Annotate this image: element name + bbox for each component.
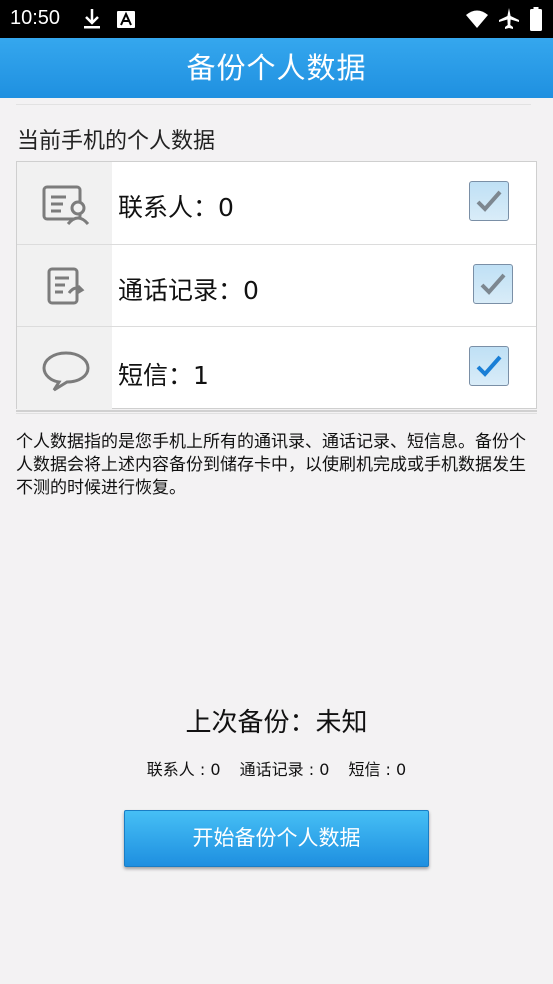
status-bar: 10:50	[0, 0, 553, 38]
divider	[16, 410, 537, 412]
message-icon	[42, 351, 90, 392]
contacts-icon	[42, 185, 90, 226]
sms-checkbox[interactable]	[469, 346, 509, 386]
backup-count-call-log: 通话记录 : 0	[239, 760, 330, 779]
start-backup-button[interactable]: 开始备份个人数据	[124, 810, 429, 867]
last-backup-title: 上次备份：未知	[185, 708, 368, 738]
checkmark-icon	[476, 190, 502, 212]
backup-counts: 联系人 : 0 通话记录 : 0 短信 : 0	[0, 756, 553, 780]
list-item-contacts[interactable]: 联系人：0	[17, 162, 536, 244]
font-a-icon	[117, 11, 135, 28]
call-log-label: 通话记录：0	[118, 276, 259, 305]
list-item-call-log[interactable]: 通话记录：0	[17, 244, 536, 326]
battery-icon	[530, 7, 542, 31]
backup-count-contacts: 联系人 : 0	[146, 760, 221, 779]
download-icon	[84, 9, 100, 29]
wifi-icon	[466, 10, 488, 28]
contacts-checkbox[interactable]	[469, 181, 509, 221]
app-bar: 备份个人数据	[0, 38, 553, 98]
sms-label: 短信：1	[118, 361, 209, 390]
list-item-sms[interactable]: 短信：1	[17, 326, 536, 410]
status-time: 10:50	[10, 7, 61, 29]
call-log-checkbox[interactable]	[473, 264, 513, 304]
checkmark-icon	[476, 355, 502, 377]
call-log-icon	[47, 267, 85, 305]
section-title: 当前手机的个人数据	[17, 129, 216, 154]
description-text: 个人数据指的是您手机上所有的通讯录、通话记录、短信息。备份个人数据会将上述内容备…	[16, 432, 526, 498]
top-divider	[16, 104, 531, 105]
backup-count-sms: 短信 : 0	[348, 760, 407, 779]
airplane-icon	[499, 8, 519, 29]
divider	[16, 413, 537, 414]
contacts-label: 联系人：0	[118, 193, 234, 222]
page-title: 备份个人数据	[186, 51, 367, 85]
personal-data-list: 联系人：0 通话记录：0 短信：1	[16, 161, 537, 410]
checkmark-icon	[480, 273, 506, 295]
